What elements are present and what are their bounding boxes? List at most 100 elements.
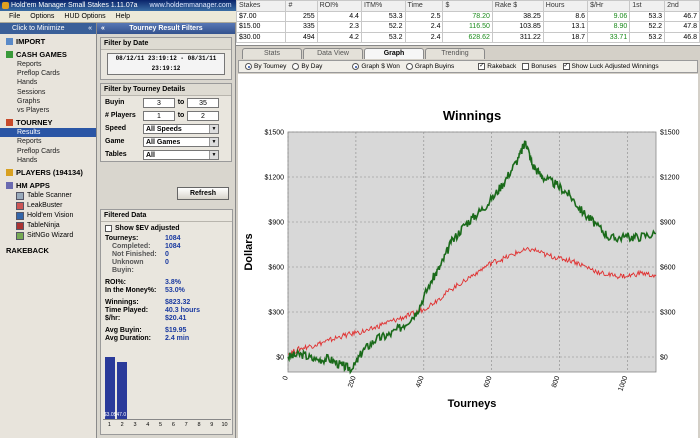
filtered-data-heading: Filtered Data [101, 210, 232, 222]
mini-bar-labels: $3.0$47.0 [103, 412, 127, 418]
column-header[interactable]: ITM% [360, 0, 406, 12]
column-header[interactable]: ROI% [316, 0, 362, 12]
y-tick-label-right: $0 [660, 355, 668, 362]
tab-trending[interactable]: Trending [425, 48, 485, 59]
y-tick-label-left: $600 [268, 265, 284, 272]
radio-dot[interactable] [352, 63, 360, 70]
y-tick-label-right: $1200 [660, 175, 680, 182]
sidebar-item-cash-graphs[interactable]: Graphs [0, 97, 96, 106]
column-header[interactable]: 1st [629, 0, 666, 12]
sidebar-item-tourney-preflop[interactable]: Preflop Cards [0, 147, 96, 156]
column-header[interactable]: 2nd [664, 0, 700, 12]
table-row[interactable]: $30.00 494 4.2 53.2 2.4 628.62 311.22 18.7 33.71… [235, 31, 700, 43]
stat-key: Completed: [112, 243, 151, 250]
stat-key: Avg Duration: [105, 335, 152, 342]
stakes-stats-table: Stakes # ROI% ITM% Time $ Rake $ Hours $/Hr 1st 2n… [235, 0, 700, 46]
column-header[interactable]: Time [404, 0, 444, 12]
date-range-field[interactable]: 08/12/11 23:19:12 - 08/31/11 23:19:12 [107, 53, 225, 75]
buyin-to-input[interactable]: 35 [187, 97, 219, 108]
sidebar-item-cash-sessions[interactable]: Sessions [0, 88, 96, 97]
minimize-label[interactable]: Click to Minimize [12, 25, 65, 32]
players-to-input[interactable]: 2 [187, 110, 219, 121]
mini-axis-label: 8 [197, 422, 201, 428]
game-select[interactable]: All Games ▼ [143, 136, 219, 147]
column-header[interactable]: Hours [542, 0, 589, 12]
radio-dot[interactable] [292, 63, 300, 70]
collapse-left-icon[interactable]: « [101, 23, 105, 34]
show-sev-checkbox[interactable]: Show $EV adjusted [101, 222, 232, 235]
luck-adjusted-checkbox[interactable]: ✓ Show Luck Adjusted Winnings [562, 63, 659, 70]
tourney-icon [6, 119, 13, 127]
stat-value: $19.95 [165, 327, 187, 334]
filters-panel: « Tourney Result Filters Filter by Date … [97, 23, 236, 438]
table-row[interactable]: $15.00 335 2.3 52.2 2.4 116.50 103.85 13.1 8.90 5… [235, 21, 700, 33]
nav-import[interactable]: IMPORT [0, 34, 96, 47]
stat-itm: In the Money%: 53.0% [101, 287, 232, 295]
radio-dot[interactable] [405, 63, 413, 70]
tab-stats[interactable]: Stats [242, 48, 302, 59]
stat-value: 3.8% [165, 279, 181, 286]
luck-adjusted-label: Show Luck Adjusted Winnings [571, 63, 659, 70]
app-holdem-vision[interactable]: Hold'em Vision [0, 211, 96, 221]
tab-data-view[interactable]: Data View [303, 48, 363, 59]
column-header[interactable]: Rake $ [491, 0, 544, 12]
stat-per-hour: $/hr: $20.41 [101, 315, 232, 323]
nav-cash-games-label: CASH GAMES [16, 50, 67, 59]
nav-tourney[interactable]: TOURNEY [0, 115, 96, 128]
sidebar-item-cash-reports[interactable]: Reports [0, 60, 96, 69]
buyin-from-input[interactable]: 3 [143, 97, 175, 108]
sidebar-item-tourney-reports[interactable]: Reports [0, 137, 96, 146]
app-leakbuster[interactable]: LeakBuster [0, 201, 96, 211]
nav-cash-games[interactable]: CASH GAMES [0, 47, 96, 60]
radio-dot[interactable] [245, 63, 252, 70]
tables-select[interactable]: All ▼ [143, 149, 219, 160]
app-tableninja[interactable]: TableNinja [0, 221, 96, 231]
tab-graph[interactable]: Graph [364, 48, 424, 59]
chevron-down-icon[interactable]: ▼ [209, 150, 218, 159]
mini-axis-label: 1 [107, 422, 111, 428]
table-row[interactable]: $7.00 255 4.4 53.3 2.5 78.20 38.25 8.6 9.06 53.3 4… [235, 10, 700, 22]
sidebar-item-tourney-results[interactable]: Results [0, 128, 96, 138]
nav-players[interactable]: PLAYERS (194134) [0, 165, 96, 178]
table-cell: 335 [285, 21, 318, 33]
players-from-input[interactable]: 1 [143, 110, 175, 121]
sidebar-item-cash-hands[interactable]: Hands [0, 78, 96, 87]
by-tourney-radio[interactable]: By Tourney [245, 63, 286, 70]
sidebar-item-cash-preflop[interactable]: Preflop Cards [0, 69, 96, 78]
checkbox-box[interactable] [522, 63, 530, 70]
sidebar-item-cash-vs-players[interactable]: vs Players [0, 106, 96, 115]
menu-file[interactable]: File [9, 11, 20, 22]
app-table-scanner[interactable]: Table Scanner [0, 191, 96, 201]
bonuses-checkbox[interactable]: Bonuses [522, 63, 557, 70]
checkbox-box[interactable] [105, 225, 112, 232]
checkmark-icon[interactable]: ✓ [478, 63, 486, 70]
mini-bar [105, 357, 115, 419]
by-day-radio[interactable]: By Day [292, 63, 322, 70]
graph-won-radio[interactable]: Graph $ Won [352, 63, 400, 70]
collapse-icon[interactable]: « [88, 23, 92, 34]
speed-select[interactable]: All Speeds ▼ [143, 123, 219, 134]
rakeback-checkbox[interactable]: ✓ Rakeback [478, 63, 516, 70]
refresh-button[interactable]: Refresh [177, 187, 229, 200]
checkmark-icon[interactable]: ✓ [562, 63, 570, 70]
nav-rakeback[interactable]: RAKEBACK [0, 241, 96, 256]
app-sitngo-wizard[interactable]: SitNGo Wizard [0, 231, 96, 241]
sidebar-item-tourney-hands[interactable]: Hands [0, 156, 96, 165]
chevron-down-icon[interactable]: ▼ [209, 124, 218, 133]
table-cell: 38.25 [491, 10, 544, 22]
app-url[interactable]: www.holdemmanager.com [149, 2, 231, 9]
nav-hm-apps[interactable]: HM APPS [0, 178, 96, 191]
chevron-down-icon[interactable]: ▼ [209, 137, 218, 146]
column-header[interactable]: $ [442, 0, 493, 12]
graph-buyins-label: Graph Buyins [414, 63, 455, 70]
graph-buyins-radio[interactable]: Graph Buyins [405, 63, 455, 70]
column-header[interactable]: $/Hr [587, 0, 631, 12]
column-header[interactable]: Stakes [235, 0, 287, 12]
column-header[interactable]: # [285, 0, 318, 12]
players-row: # Players 1 to 2 [101, 109, 231, 122]
y-tick-label-right: $600 [660, 265, 676, 272]
menu-options[interactable]: Options [30, 11, 54, 22]
menu-hud-options[interactable]: HUD Options [64, 11, 105, 22]
minimize-bar[interactable]: Click to Minimize « [0, 23, 96, 34]
menu-help[interactable]: Help [116, 11, 130, 22]
